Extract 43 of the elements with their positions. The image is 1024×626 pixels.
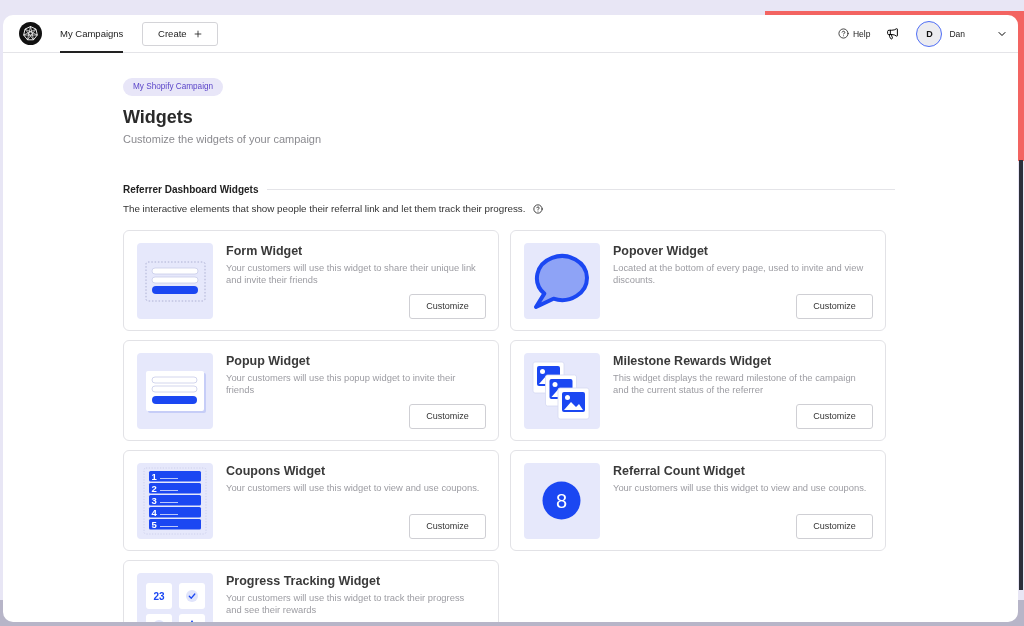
customize-button[interactable]: Customize bbox=[796, 293, 873, 319]
widget-title: Form Widget bbox=[226, 243, 304, 259]
customize-button[interactable]: Customize bbox=[409, 513, 486, 539]
tile-number: 23 bbox=[153, 590, 165, 602]
widget-title: Progress Tracking Widget bbox=[226, 573, 382, 589]
widget-description: Your customers will use this widget to share their unique link and invite their friends bbox=[226, 261, 477, 286]
customize-button[interactable]: Customize bbox=[409, 293, 486, 319]
count-number: 8 bbox=[555, 489, 568, 511]
logo-icon[interactable] bbox=[19, 22, 42, 45]
coupon-number: 5 bbox=[151, 518, 157, 530]
coupon-number: 4 bbox=[151, 506, 157, 518]
widget-description: Your customers will use this widget to view and use coupons. bbox=[613, 481, 868, 494]
nav-tab[interactable]: My Campaigns bbox=[60, 15, 124, 53]
plus-icon bbox=[192, 28, 203, 39]
widget-title: Popup Widget bbox=[226, 353, 311, 369]
help-icon[interactable] bbox=[533, 203, 544, 214]
widget-description: This widget displays the reward milestone of the campaign and the current status of the referrer bbox=[613, 371, 857, 396]
widget-title: Popover Widget bbox=[613, 243, 710, 259]
coupon-number: 3 bbox=[151, 494, 157, 506]
create-button[interactable]: Create bbox=[142, 21, 219, 46]
section-title: Referrer Dashboard Widgets bbox=[123, 183, 259, 196]
customize-button[interactable]: Customize bbox=[796, 513, 873, 539]
coupon-number: 1 bbox=[151, 470, 157, 482]
widget-title: Milestone Rewards Widget bbox=[613, 353, 773, 369]
widget-description: Located at the bottom of every page, used to invite and view discounts. bbox=[613, 261, 865, 286]
campaign-badge: My Shopify Campaign bbox=[123, 77, 224, 96]
coupon-number: 2 bbox=[151, 482, 157, 494]
user-name: Dan bbox=[949, 28, 965, 39]
help-button[interactable]: Help bbox=[837, 28, 871, 39]
page-title: Widgets bbox=[123, 105, 194, 128]
widget-description: Your customers will use this widget to track their progress and see their rewards bbox=[226, 591, 466, 616]
user-avatar[interactable]: D bbox=[916, 20, 943, 47]
widget-description: Your customers will use this widget to view and use coupons. bbox=[226, 481, 481, 494]
widget-title: Coupons Widget bbox=[226, 463, 327, 479]
help-icon bbox=[837, 28, 849, 39]
customize-button[interactable]: Customize bbox=[409, 403, 486, 429]
page-subtitle: Customize the widgets of your campaign bbox=[123, 132, 323, 146]
megaphone-icon[interactable] bbox=[886, 27, 900, 40]
section-description: The interactive elements that show people their referral link and let them track their progress. bbox=[123, 202, 526, 215]
widget-title: Referral Count Widget bbox=[613, 463, 746, 479]
check-icon bbox=[186, 589, 198, 602]
customize-button[interactable]: Customize bbox=[796, 403, 873, 429]
widget-description: Your customers will use this popup widget to invite their friends bbox=[226, 371, 457, 396]
